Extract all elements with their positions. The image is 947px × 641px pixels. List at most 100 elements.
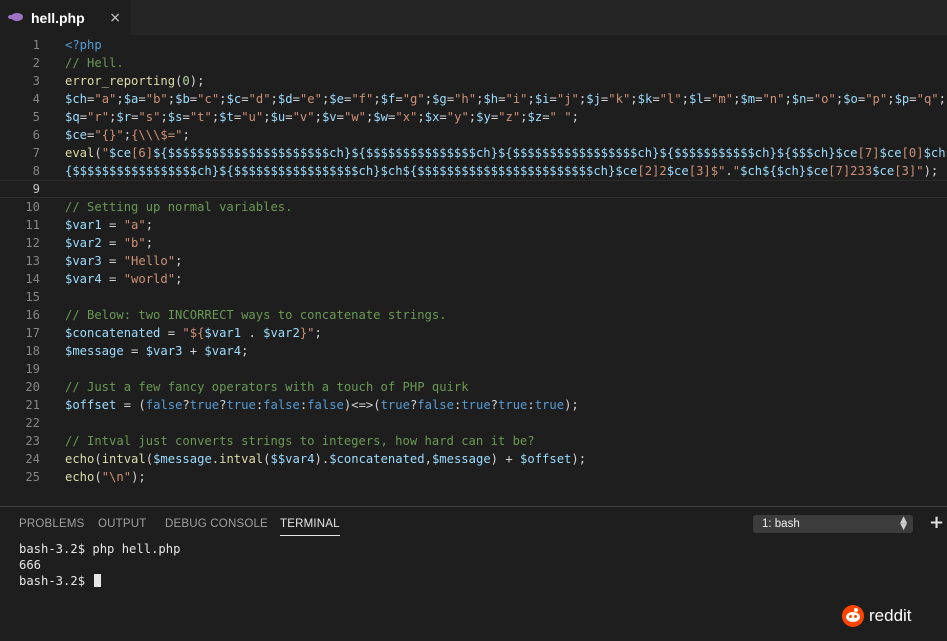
tab-title: hell.php [31, 9, 85, 26]
line-number: 23 [25, 434, 40, 448]
code-line[interactable]: 13 $var3 = "Hello"; [0, 252, 947, 270]
line-text: $message = $var3 + $var4; [65, 342, 248, 360]
tab-hell-php[interactable]: hell.php × [0, 0, 131, 35]
code-line[interactable]: 5 $q="r";$r="s";$s="t";$t="u";$u="v";$v="… [0, 108, 947, 126]
code-line[interactable]: 21 $offset = (false?true?true:false:false… [0, 396, 947, 414]
code-token: ; [424, 92, 433, 106]
code-token: ${$$$$$$$$$$$$$$$$$ch} [497, 146, 660, 160]
terminal-select[interactable]: 1: bash ▲ ▼ [753, 515, 913, 533]
code-token: $var3 [145, 344, 183, 358]
reddit-alien-icon [842, 605, 864, 627]
code-line[interactable]: 1 <?php [0, 36, 947, 54]
code-token: $w [373, 110, 389, 124]
code-line[interactable]: 16 // Below: two INCORRECT ways to concat… [0, 306, 947, 324]
code-token: ); [131, 470, 146, 484]
code-line[interactable]: 8 {$$$$$$$$$$$$$$$$$ch}${$$$$$$$$$$$$$$$$… [0, 162, 947, 180]
code-token: $message [153, 452, 212, 466]
line-number: 24 [25, 452, 40, 466]
line-text: $var4 = "world"; [65, 270, 182, 288]
code-token: ; [630, 92, 638, 106]
code-token: $message [65, 344, 124, 358]
code-token: $var2 [65, 236, 102, 250]
code-line[interactable]: 2 // Hell. [0, 54, 947, 72]
code-token: . [241, 326, 264, 340]
code-line[interactable]: 24 echo(intval($message.intval($$var4).$c… [0, 450, 947, 468]
line-text: // Intval just converts strings to integ… [65, 432, 535, 450]
code-token: "m" [711, 92, 734, 106]
code-token: $ce [615, 164, 638, 178]
code-token: = [806, 92, 814, 106]
code-token: $ce [879, 146, 902, 160]
code-token: [3]$" [688, 164, 726, 178]
tab-terminal[interactable]: TERMINAL [280, 518, 340, 536]
code-editor[interactable]: 1 <?php 2// Hell. 3 error_reporting(0); 4 $ch=… [0, 35, 947, 505]
editor-tab-bar: hell.php × [0, 0, 947, 35]
code-line[interactable]: 12 $var2 = "b"; [0, 234, 947, 252]
tab-output[interactable]: OUTPUT [98, 518, 146, 530]
reddit-watermark: reddit [842, 605, 912, 627]
code-token: "${ [182, 326, 205, 340]
code-token: $u [270, 110, 286, 124]
code-token: {$$$$$$$$$$$$$$$$$ch} [65, 164, 220, 178]
terminal-prompt-line: bash-3.2$ [19, 573, 919, 589]
panel-tab-bar: PROBLEMS OUTPUT DEBUG CONSOLE TERMINAL 1… [0, 507, 947, 541]
code-token: " " [549, 110, 572, 124]
code-token: true [461, 398, 491, 412]
terminal-line: bash-3.2$ php hell.php [19, 542, 181, 556]
code-token: ); [189, 74, 205, 88]
code-token: ( [94, 146, 102, 160]
code-token: )<=>( [343, 398, 381, 412]
code-line[interactable]: 23 // Intval just converts strings to int… [0, 432, 947, 450]
code-token: $a [123, 92, 139, 106]
code-token: "k" [608, 92, 631, 106]
close-icon[interactable]: × [109, 11, 121, 25]
code-token: ); [923, 164, 939, 178]
code-token: = [101, 218, 124, 232]
code-line[interactable]: 9 [0, 180, 947, 198]
code-token: $o [843, 92, 858, 106]
code-token: $y [476, 110, 491, 124]
code-token: ); [564, 398, 579, 412]
code-line[interactable]: 22 [0, 414, 947, 432]
line-text: {$$$$$$$$$$$$$$$$$ch}${$$$$$$$$$$$$$$$$$… [65, 162, 938, 180]
code-token: $var4 [65, 272, 102, 286]
terminal-output[interactable]: bash-3.2$ php hell.php 666 bash-3.2$ [19, 541, 919, 589]
code-token: , [424, 452, 432, 466]
php-elephant-icon [11, 13, 25, 22]
tab-debug-console[interactable]: DEBUG CONSOLE [165, 518, 268, 530]
code-token: ; [887, 92, 895, 106]
tab-problems[interactable]: PROBLEMS [19, 518, 85, 530]
code-token: $d [277, 92, 293, 106]
code-token: $ce [872, 164, 895, 178]
code-line[interactable]: 20 // Just a few fancy operators with a t… [0, 378, 947, 396]
line-number: 8 [32, 164, 40, 178]
code-line[interactable]: 10 // Setting up normal variables. [0, 198, 947, 216]
code-token: = [101, 272, 124, 286]
code-token: "l" [659, 92, 682, 106]
plus-icon[interactable]: + [929, 512, 944, 533]
code-line[interactable]: 4 $ch="a";$a="b";$b="c";$c="d";$d="e";$e=… [0, 90, 947, 108]
code-token: $t [219, 110, 234, 124]
code-line[interactable]: 7 eval("$ce[6]${$$$$$$$$$$$$$$$$$$$$$$ch}… [0, 144, 947, 162]
line-text: // Below: two INCORRECT ways to concaten… [65, 306, 447, 324]
code-token: "h" [454, 92, 477, 106]
code-line[interactable]: 14 $var4 = "world"; [0, 270, 947, 288]
code-token: ; [373, 92, 381, 106]
code-line[interactable]: 3 error_reporting(0); [0, 72, 947, 90]
code-line[interactable]: 25 echo("\n"); [0, 468, 947, 486]
code-line[interactable]: 17 $concatenated = "${$var1 . $var2}"; [0, 324, 947, 342]
code-token: ( [94, 452, 102, 466]
line-number: 16 [25, 308, 40, 322]
code-line[interactable]: 18 $message = $var3 + $var4; [0, 342, 947, 360]
code-token: ) + [490, 452, 521, 466]
code-line[interactable]: 19 [0, 360, 947, 378]
code-token: ; [219, 92, 227, 106]
line-text: $var3 = "Hello"; [65, 252, 182, 270]
code-line[interactable]: 15 [0, 288, 947, 306]
code-token: = [703, 92, 712, 106]
code-line[interactable]: 11 $var1 = "a"; [0, 216, 947, 234]
code-token: = [160, 326, 183, 340]
code-token: "y" [446, 110, 469, 124]
code-line[interactable]: 6 $ce="{}";{\\\$="; [0, 126, 947, 144]
code-token: = [285, 110, 293, 124]
